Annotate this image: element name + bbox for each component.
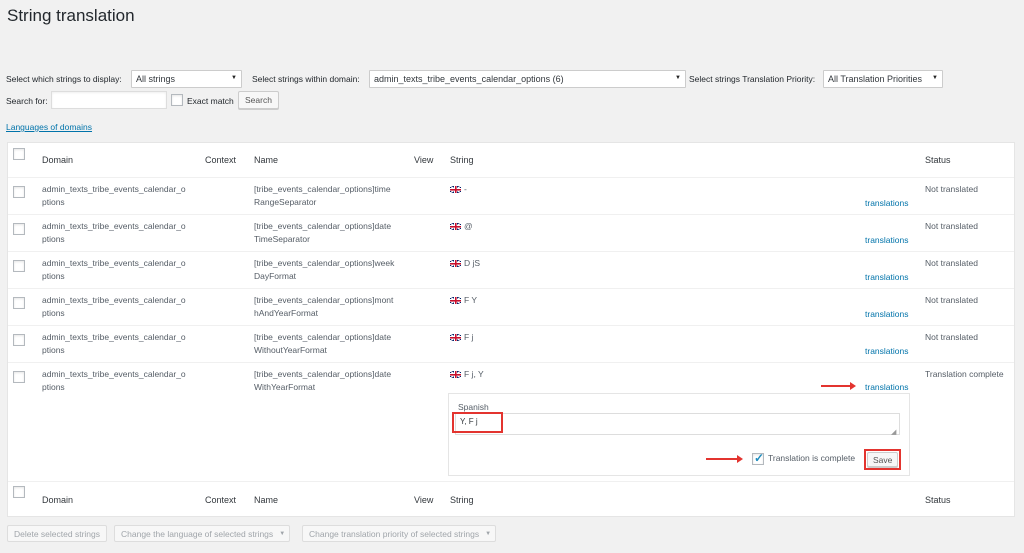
domain-cell: admin_texts_tribe_events_calendar_o ption… (42, 258, 186, 281)
dropdown-arrow-icon: ▼ (675, 75, 681, 81)
domain-filter-select[interactable]: admin_texts_tribe_events_calendar_option… (369, 70, 686, 88)
change-language-label: Change the language of selected strings (121, 529, 274, 539)
row-checkbox[interactable] (13, 297, 25, 309)
translations-link[interactable]: translations (865, 272, 908, 282)
translations-link[interactable]: translations (865, 382, 908, 392)
search-label: Search for: (6, 96, 48, 106)
string-cell: F Y (450, 294, 477, 307)
name-header[interactable]: Name (254, 155, 278, 165)
status-cell: Translation complete (925, 369, 1004, 379)
translations-link[interactable]: translations (865, 235, 908, 245)
table-row: admin_texts_tribe_events_calendar_o ption… (8, 326, 1014, 363)
domain-cell: admin_texts_tribe_events_calendar_o ption… (42, 221, 186, 244)
string-cell: F j (450, 331, 473, 344)
priority-filter-select[interactable]: All Translation Priorities ▼ (823, 70, 943, 88)
row-checkbox[interactable] (13, 186, 25, 198)
name-cell: [tribe_events_calendar_options]date TimeS… (254, 221, 392, 244)
display-filter-label: Select which strings to display: (6, 74, 122, 84)
annotation-highlight-box (452, 412, 503, 433)
exact-match-label: Exact match (187, 96, 234, 106)
dropdown-arrow-icon: ▼ (485, 531, 492, 537)
table-row: admin_texts_tribe_events_calendar_o ption… (8, 215, 1014, 252)
resize-handle-icon[interactable]: ◢ (891, 428, 896, 436)
display-filter-value: All strings (136, 74, 176, 84)
display-filter-select[interactable]: All strings ▼ (131, 70, 242, 88)
table-row: admin_texts_tribe_events_calendar_o ption… (8, 252, 1014, 289)
change-priority-label: Change translation priority of selected … (309, 529, 480, 539)
delete-selected-button[interactable]: Delete selected strings (7, 525, 107, 542)
view-footer-header: View (414, 495, 434, 505)
select-all-checkbox-footer[interactable] (13, 486, 25, 498)
domain-header[interactable]: Domain (42, 155, 73, 165)
string-cell: @ (450, 220, 473, 233)
domain-cell: admin_texts_tribe_events_calendar_o ption… (42, 369, 186, 392)
search-button[interactable]: Search (238, 91, 279, 109)
translation-complete-checkbox[interactable] (752, 451, 764, 465)
uk-flag-icon (450, 186, 461, 193)
translations-link[interactable]: translations (865, 198, 908, 208)
uk-flag-icon (450, 371, 461, 378)
domain-cell: admin_texts_tribe_events_calendar_o ption… (42, 184, 186, 207)
status-cell: Not translated (925, 295, 978, 305)
status-header[interactable]: Status (925, 155, 951, 165)
annotation-arrow (706, 455, 743, 463)
priority-filter-label: Select strings Translation Priority: (689, 74, 816, 84)
dropdown-arrow-icon: ▼ (231, 75, 237, 81)
uk-flag-icon (450, 260, 461, 267)
context-header[interactable]: Context (205, 155, 236, 165)
uk-flag-icon (450, 297, 461, 304)
name-footer-header[interactable]: Name (254, 495, 278, 505)
uk-flag-icon (450, 334, 461, 341)
name-cell: [tribe_events_calendar_options]date Witho… (254, 332, 392, 355)
dropdown-arrow-icon: ▼ (932, 75, 938, 81)
annotation-arrow (821, 382, 856, 390)
domain-cell: admin_texts_tribe_events_calendar_o ption… (42, 295, 186, 318)
domain-filter-value: admin_texts_tribe_events_calendar_option… (374, 74, 564, 84)
string-footer-header[interactable]: String (450, 495, 474, 505)
string-cell: D jS (450, 257, 480, 270)
page-title: String translation (7, 6, 135, 25)
name-cell: [tribe_events_calendar_options]week DayFo… (254, 258, 395, 281)
row-checkbox[interactable] (13, 260, 25, 272)
row-checkbox[interactable] (13, 223, 25, 235)
domain-footer-header[interactable]: Domain (42, 495, 73, 505)
save-button[interactable]: Save (867, 452, 899, 467)
change-language-select[interactable]: Change the language of selected strings … (114, 525, 291, 542)
string-cell: - (450, 183, 467, 196)
name-cell: [tribe_events_calendar_options]time Range… (254, 184, 391, 207)
translations-link[interactable]: translations (865, 309, 908, 319)
dropdown-arrow-icon: ▼ (279, 531, 286, 537)
exact-match-checkbox[interactable] (171, 94, 183, 106)
priority-filter-value: All Translation Priorities (828, 74, 923, 84)
status-cell: Not translated (925, 332, 978, 342)
translation-complete-label: Translation is complete (768, 453, 856, 463)
translation-textarea[interactable]: Y, F j (455, 413, 900, 435)
status-footer-header[interactable]: Status (925, 495, 951, 505)
translations-link[interactable]: translations (865, 346, 908, 356)
domain-filter-label: Select strings within domain: (252, 74, 360, 84)
status-cell: Not translated (925, 184, 978, 194)
status-cell: Not translated (925, 258, 978, 268)
search-input[interactable] (51, 91, 167, 109)
uk-flag-icon (450, 223, 461, 230)
context-footer-header[interactable]: Context (205, 495, 236, 505)
languages-of-domains-link[interactable]: Languages of domains (6, 122, 92, 132)
status-cell: Not translated (925, 221, 978, 231)
name-cell: [tribe_events_calendar_options]date WithY… (254, 369, 392, 392)
change-priority-select[interactable]: Change translation priority of selected … (302, 525, 497, 542)
domain-cell: admin_texts_tribe_events_calendar_o ption… (42, 332, 186, 355)
row-checkbox[interactable] (13, 334, 25, 346)
table-row: admin_texts_tribe_events_calendar_o ption… (8, 178, 1014, 215)
string-header[interactable]: String (450, 155, 474, 165)
view-header: View (414, 155, 434, 165)
name-cell: [tribe_events_calendar_options]mont hAndY… (254, 295, 394, 318)
table-row: admin_texts_tribe_events_calendar_o ption… (8, 289, 1014, 326)
row-checkbox[interactable] (13, 371, 25, 383)
string-cell: F j, Y (450, 368, 484, 381)
select-all-checkbox[interactable] (13, 148, 25, 160)
